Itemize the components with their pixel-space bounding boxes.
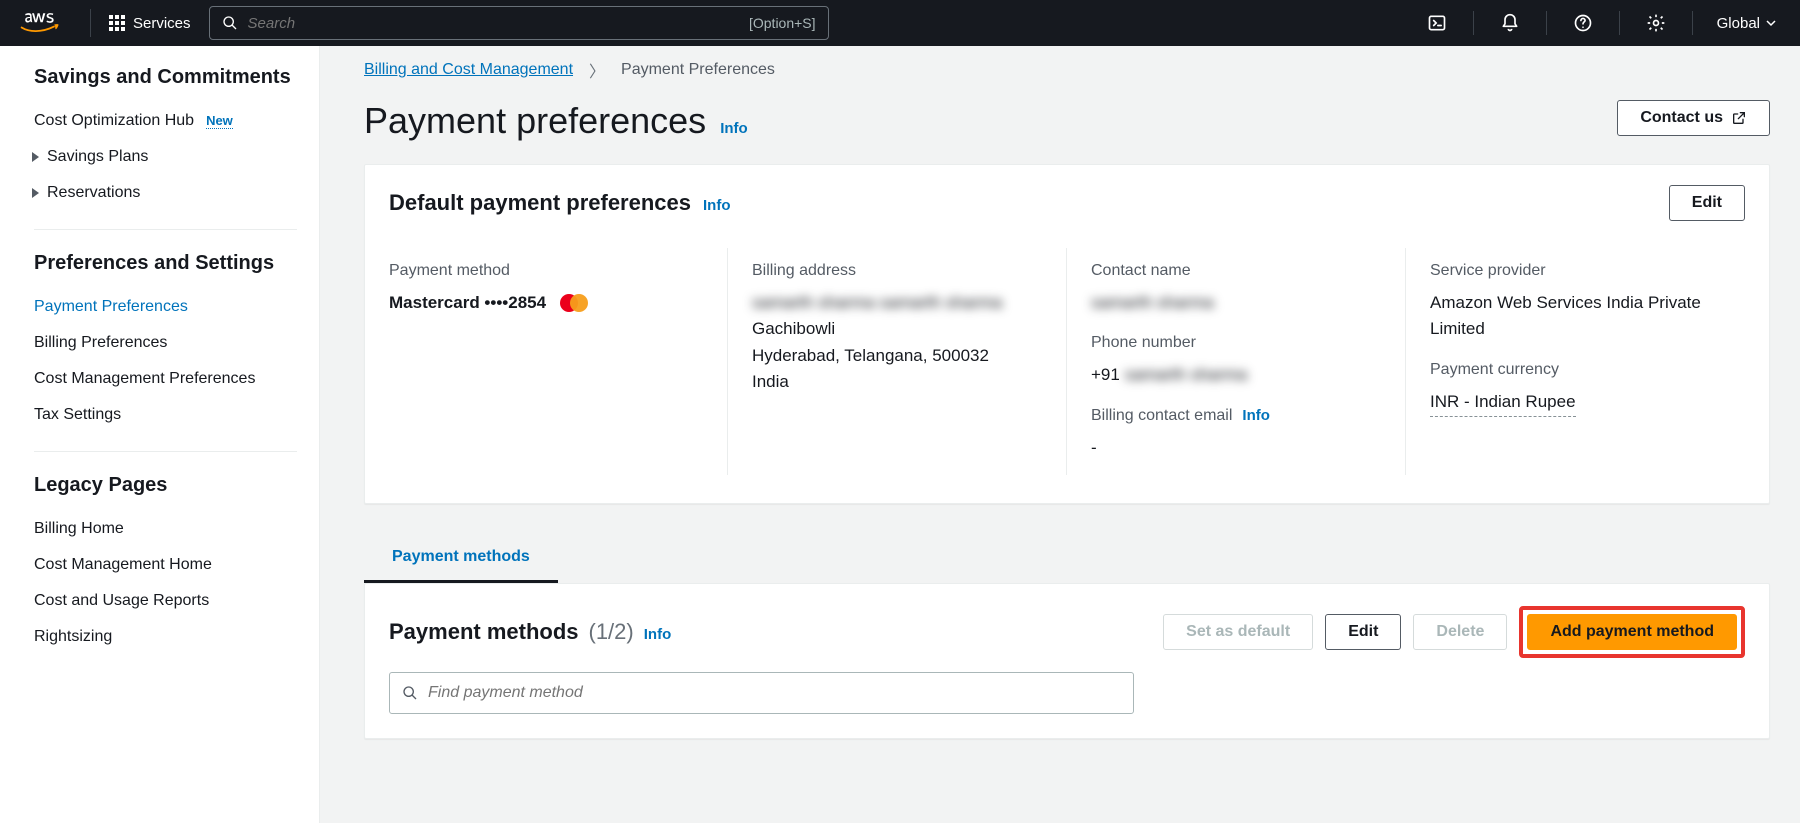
sidebar-item-cost-usage-reports[interactable]: Cost and Usage Reports [34,583,297,619]
delete-pm-button[interactable]: Delete [1413,614,1507,650]
set-default-button[interactable]: Set as default [1163,614,1313,650]
sidebar-item-cost-mgmt-home[interactable]: Cost Management Home [34,547,297,583]
page-info-link[interactable]: Info [720,120,748,137]
service-provider-value: Amazon Web Services India Private Limite… [1430,290,1725,343]
billing-email-info-link[interactable]: Info [1242,407,1270,424]
billing-address-value: samarth sharma samarth sharma Gachibowli… [752,290,1046,395]
sidebar-section-legacy: Legacy Pages [34,474,297,497]
sidebar-item-payment-preferences[interactable]: Payment Preferences [34,289,297,325]
search-shortcut-hint: [Option+S] [749,15,816,31]
phone-number-label: Phone number [1091,334,1385,352]
sidebar-item-cost-optimization-hub[interactable]: Cost Optimization Hub New [34,103,297,139]
sidebar-section-savings: Savings and Commitments [34,66,297,89]
tabs: Payment methods [364,534,1770,583]
notifications-icon[interactable] [1492,9,1528,37]
default-prefs-panel: Default payment preferences Info Edit Pa… [364,164,1770,504]
payment-method-search-input[interactable] [428,684,1121,702]
edit-pm-button[interactable]: Edit [1325,614,1401,650]
breadcrumb-current: Payment Preferences [621,61,775,79]
external-link-icon [1731,110,1747,126]
sidebar-section-prefs: Preferences and Settings [34,252,297,275]
contact-us-button[interactable]: Contact us [1617,100,1770,136]
search-icon [402,685,418,701]
cloudshell-icon[interactable] [1419,9,1455,37]
tab-payment-methods[interactable]: Payment methods [364,534,558,583]
edit-default-prefs-button[interactable]: Edit [1669,185,1745,221]
billing-email-label: Billing contact email [1091,407,1232,425]
help-icon[interactable] [1565,9,1601,37]
sidebar-item-billing-preferences[interactable]: Billing Preferences [34,325,297,361]
breadcrumb-root[interactable]: Billing and Cost Management [364,61,573,79]
sidebar-item-reservations[interactable]: Reservations [34,175,297,211]
sidebar-item-billing-home[interactable]: Billing Home [34,511,297,547]
sidebar-item-savings-plans[interactable]: Savings Plans [34,139,297,175]
payment-methods-title: Payment methods (1/2) Info [389,619,671,645]
page-title: Payment preferences Info [364,100,748,142]
sidebar-item-cost-mgmt-preferences[interactable]: Cost Management Preferences [34,361,297,397]
top-nav: Services [Option+S] Global [0,0,1800,46]
sidebar-item-rightsizing[interactable]: Rightsizing [34,619,297,655]
payment-currency-label: Payment currency [1430,361,1725,379]
contact-name-value: samarth sharma [1091,290,1385,316]
settings-icon[interactable] [1638,9,1674,37]
default-prefs-info-link[interactable]: Info [703,197,731,214]
payment-methods-info-link[interactable]: Info [644,626,672,643]
default-prefs-title: Default payment preferences Info [389,190,731,216]
sidebar-item-tax-settings[interactable]: Tax Settings [34,397,297,433]
add-payment-method-button[interactable]: Add payment method [1527,614,1737,650]
new-badge: New [206,113,233,129]
payment-currency-value: INR - Indian Rupee [1430,389,1725,417]
contact-name-label: Contact name [1091,262,1385,280]
payment-methods-count: (1/2) [589,619,634,645]
payment-methods-panel: Payment methods (1/2) Info Set as defaul… [364,583,1770,739]
payment-method-label: Payment method [389,262,707,280]
chevron-down-icon [1766,18,1776,28]
breadcrumb: Billing and Cost Management 〉 Payment Pr… [364,58,1770,82]
sidebar: Savings and Commitments Cost Optimizatio… [0,46,320,823]
phone-number-value: +91 samarth sharma [1091,362,1385,388]
services-menu[interactable]: Services [109,15,191,32]
services-grid-icon [109,15,125,31]
region-selector[interactable]: Global [1711,15,1782,32]
search-icon [222,15,238,31]
services-label: Services [133,15,191,32]
chevron-right-icon: 〉 [589,58,605,82]
main-content: Billing and Cost Management 〉 Payment Pr… [320,46,1800,823]
global-search[interactable]: [Option+S] [209,6,829,40]
region-label: Global [1717,15,1760,32]
payment-method-search[interactable] [389,672,1134,714]
billing-email-value: - [1091,435,1385,461]
billing-address-label: Billing address [752,262,1046,280]
mastercard-icon [560,293,590,313]
payment-method-value: Mastercard ••••2854 [389,290,707,316]
aws-logo[interactable] [18,9,91,37]
service-provider-label: Service provider [1430,262,1725,280]
global-search-input[interactable] [248,15,739,32]
add-pm-highlight: Add payment method [1519,606,1745,658]
